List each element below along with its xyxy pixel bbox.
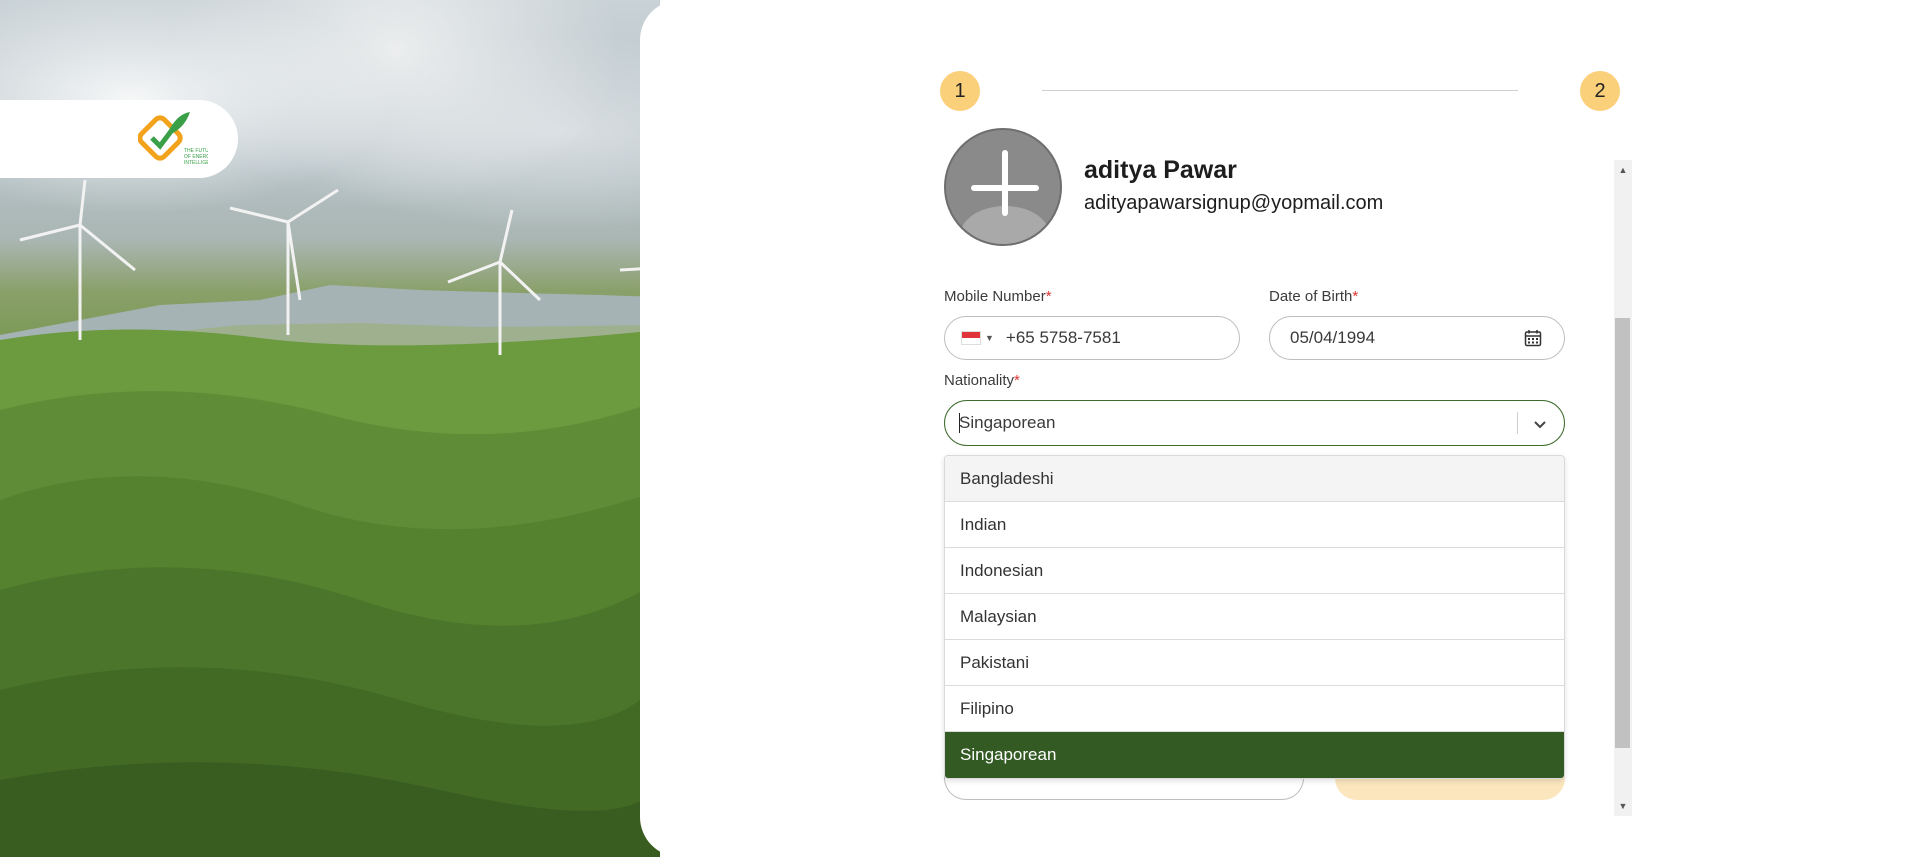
nationality-option-singaporean[interactable]: Singaporean [945, 732, 1564, 778]
required-mark: * [1352, 288, 1359, 305]
nationality-label-text: Nationality [944, 372, 1015, 389]
text-cursor [959, 413, 960, 433]
nationality-option-indian[interactable]: Indian [945, 502, 1564, 548]
user-email: adityapawarsignup@yopmail.com [1084, 192, 1384, 214]
dob-label-text: Date of Birth [1269, 288, 1353, 305]
scroll-down-arrow-icon[interactable]: ▼ [1614, 796, 1632, 816]
mobile-number-field[interactable]: ▼ +65 5758-7581 [944, 316, 1240, 360]
country-dropdown-caret-icon[interactable]: ▼ [985, 333, 994, 343]
required-mark: * [1014, 372, 1020, 389]
date-of-birth-field[interactable]: 05/04/1994 [1269, 316, 1565, 360]
nationality-option-indonesian[interactable]: Indonesian [945, 548, 1564, 594]
nationality-option-filipino[interactable]: Filipino [945, 686, 1564, 732]
mobile-number-value[interactable]: +65 5758-7581 [1006, 328, 1121, 348]
singapore-flag-icon[interactable] [961, 331, 981, 345]
nationality-dropdown-menu[interactable]: Bangladeshi Indian Indonesian Malaysian … [944, 455, 1565, 779]
green-hills [0, 329, 660, 857]
plus-icon-bar [971, 185, 1039, 191]
date-of-birth-label: Date of Birth* [1269, 288, 1358, 305]
brand-logo[interactable]: THE FUTURE OF ENERGY INTELLIGENCE [138, 108, 208, 172]
step-2-indicator: 2 [1580, 71, 1620, 111]
svg-text:INTELLIGENCE: INTELLIGENCE [184, 160, 208, 166]
step-1-indicator: 1 [940, 71, 980, 111]
calendar-icon[interactable] [1524, 329, 1542, 347]
date-of-birth-value[interactable]: 05/04/1994 [1290, 328, 1375, 348]
avatar-upload[interactable] [944, 128, 1062, 246]
scroll-up-arrow-icon[interactable]: ▲ [1614, 160, 1632, 180]
chevron-down-icon[interactable] [1532, 416, 1548, 432]
nationality-value[interactable]: Singaporean [959, 413, 1055, 433]
nationality-option-pakistani[interactable]: Pakistani [945, 640, 1564, 686]
required-mark: * [1045, 288, 1052, 305]
mobile-number-label: Mobile Number* [944, 288, 1052, 305]
user-name: aditya Pawar [1084, 156, 1237, 184]
select-separator [1517, 412, 1518, 434]
plus-icon [1002, 150, 1008, 216]
form-scrollbar-thumb[interactable] [1615, 318, 1630, 748]
nationality-label: Nationality* [944, 372, 1020, 389]
stepper-connector [1042, 90, 1518, 91]
nationality-select[interactable]: Singaporean [944, 400, 1565, 446]
nationality-option-malaysian[interactable]: Malaysian [945, 594, 1564, 640]
nationality-option-bangladeshi[interactable]: Bangladeshi [945, 456, 1564, 502]
mobile-label-text: Mobile Number [944, 288, 1046, 305]
wind-turbines [19, 179, 657, 355]
